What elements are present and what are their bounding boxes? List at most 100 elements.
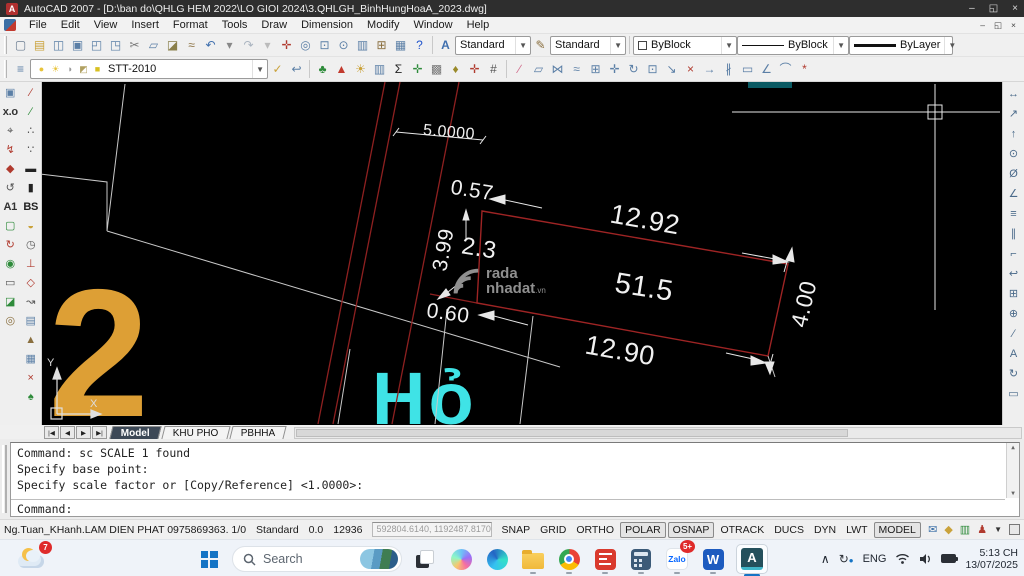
- file-explorer-button[interactable]: [520, 545, 546, 573]
- custom-tool-7-icon[interactable]: ▩: [427, 60, 446, 79]
- text-style-icon[interactable]: A: [436, 36, 455, 55]
- diamond-tool-icon[interactable]: ◇: [22, 274, 40, 292]
- calculator-button[interactable]: [628, 545, 654, 573]
- toggle-snap[interactable]: SNAP: [497, 523, 534, 537]
- redo-dropdown-icon[interactable]: ▾: [258, 36, 277, 55]
- coordinates-readout[interactable]: 592804.6140, 1192487.8170, 0.0000: [372, 522, 492, 537]
- block-tool-icon[interactable]: ▣: [1, 84, 19, 102]
- custom-tool-8-icon[interactable]: ♦: [446, 60, 465, 79]
- mirror-icon[interactable]: ⋈: [548, 60, 567, 79]
- mdi-minimize-button[interactable]: –: [980, 20, 985, 31]
- move-icon[interactable]: ✛: [605, 60, 624, 79]
- match-properties-icon[interactable]: ≈: [182, 36, 201, 55]
- toggle-lwt[interactable]: LWT: [842, 523, 871, 537]
- mdi-close-button[interactable]: ×: [1011, 20, 1016, 31]
- paste-icon[interactable]: ◪: [163, 36, 182, 55]
- dimension-text-edit-icon[interactable]: A: [1005, 345, 1023, 363]
- save-icon[interactable]: ◫: [49, 36, 68, 55]
- mdi-restore-button[interactable]: ◱: [994, 20, 1002, 31]
- status-menu-chevron-icon[interactable]: ▼: [994, 525, 1002, 534]
- battery-icon[interactable]: [941, 554, 956, 563]
- red-grid-app-button[interactable]: [592, 545, 618, 573]
- extend-icon[interactable]: →: [700, 60, 719, 79]
- scrollbar-thumb[interactable]: [296, 429, 848, 437]
- toggle-otrack[interactable]: OTRACK: [716, 523, 768, 537]
- nodes-tool-icon[interactable]: ∴: [22, 122, 40, 140]
- custom-tool-grid-icon[interactable]: #: [484, 60, 503, 79]
- minimize-button[interactable]: –: [969, 3, 975, 14]
- zoom-realtime-icon[interactable]: ◎: [296, 36, 315, 55]
- orbit-tool-icon[interactable]: ↺: [1, 179, 19, 197]
- black-block-tool-icon[interactable]: ▮: [22, 179, 40, 197]
- volume-icon[interactable]: [919, 553, 932, 565]
- linetype-control-combo[interactable]: ByBlock ▼: [737, 36, 849, 55]
- start-button[interactable]: [196, 545, 222, 573]
- scale-icon[interactable]: ⊡: [643, 60, 662, 79]
- menu-insert[interactable]: Insert: [124, 18, 166, 32]
- custom-tool-9-icon[interactable]: ✛: [465, 60, 484, 79]
- tab-nav-4-button[interactable]: ▶|: [92, 426, 107, 439]
- menu-format[interactable]: Format: [166, 18, 215, 32]
- chevron-down-icon[interactable]: ▼: [252, 60, 267, 78]
- search-highlight-image[interactable]: [360, 549, 398, 569]
- point-tool-icon[interactable]: ⌖: [1, 122, 19, 140]
- custom-tool-3-icon[interactable]: ☀: [351, 60, 370, 79]
- grid-table-tool-icon[interactable]: ▦: [22, 350, 40, 368]
- dim-style-combo[interactable]: Standard ▼: [550, 36, 626, 55]
- red-rotate-tool-icon[interactable]: ↻: [1, 236, 19, 254]
- copy-clip-icon[interactable]: ▱: [144, 36, 163, 55]
- close-button[interactable]: ×: [1012, 3, 1018, 14]
- plot-icon[interactable]: ▣: [68, 36, 87, 55]
- trim-icon[interactable]: ×: [681, 60, 700, 79]
- bs-tool-icon[interactable]: BS: [22, 198, 40, 216]
- custom-tool-1-icon[interactable]: ♣: [313, 60, 332, 79]
- chevron-down-icon[interactable]: ▼: [515, 37, 530, 54]
- zoom-window-icon[interactable]: ⊡: [315, 36, 334, 55]
- radius-dimension-icon[interactable]: ⊙: [1005, 145, 1023, 163]
- undo-dropdown-icon[interactable]: ▾: [220, 36, 239, 55]
- quick-dimension-icon[interactable]: ≡: [1005, 205, 1023, 223]
- pencil-red-tool-icon[interactable]: ∕: [22, 84, 40, 102]
- nodes2-tool-icon[interactable]: ∵: [22, 141, 40, 159]
- tab-nav-1-button[interactable]: |◀: [44, 426, 59, 439]
- diameter-dimension-icon[interactable]: Ø: [1005, 165, 1023, 183]
- command-prompt[interactable]: Command:: [11, 500, 78, 518]
- cross-tool-icon[interactable]: ×: [22, 369, 40, 387]
- stretch-icon[interactable]: ↘: [662, 60, 681, 79]
- task-view-button[interactable]: [412, 545, 438, 573]
- command-window-grip[interactable]: [2, 445, 7, 513]
- restore-button[interactable]: ◱: [989, 3, 998, 14]
- join-icon[interactable]: ▭: [738, 60, 757, 79]
- drawing-file-icon[interactable]: [4, 19, 16, 31]
- route-tool-icon[interactable]: ↝: [22, 293, 40, 311]
- tab-model[interactable]: Model: [109, 426, 161, 439]
- erase-icon[interactable]: ∕: [510, 60, 529, 79]
- linear-dimension-icon[interactable]: ↔: [1005, 85, 1023, 103]
- toggle-dyn[interactable]: DYN: [810, 523, 840, 537]
- color-control-combo[interactable]: ByBlock ▼: [633, 36, 737, 55]
- validate-icon[interactable]: ▥: [960, 523, 970, 536]
- designcenter-icon[interactable]: ⊞: [372, 36, 391, 55]
- explode-icon[interactable]: *: [795, 60, 814, 79]
- new-file-icon[interactable]: ▢: [11, 36, 30, 55]
- continue-dimension-icon[interactable]: ⌐: [1005, 245, 1023, 263]
- edge-button[interactable]: [484, 545, 510, 573]
- custom-tool-6-icon[interactable]: ✛: [408, 60, 427, 79]
- undo-icon[interactable]: ↶: [201, 36, 220, 55]
- custom-tool-2-icon[interactable]: ▲: [332, 60, 351, 79]
- menu-tools[interactable]: Tools: [215, 18, 255, 32]
- clean-screen-button[interactable]: [1009, 524, 1020, 535]
- toggle-ortho[interactable]: ORTHO: [572, 523, 618, 537]
- break-icon[interactable]: ∦: [719, 60, 738, 79]
- green-target-tool-icon[interactable]: ◉: [1, 255, 19, 273]
- angular-dimension-icon[interactable]: ∠: [1005, 185, 1023, 203]
- language-indicator[interactable]: ENG: [863, 553, 887, 565]
- menu-window[interactable]: Window: [406, 18, 459, 32]
- a1-tool-icon[interactable]: A1: [1, 198, 19, 216]
- toggle-model[interactable]: MODEL: [874, 522, 921, 538]
- menu-help[interactable]: Help: [460, 18, 497, 32]
- publish-icon[interactable]: ◳: [106, 36, 125, 55]
- xo-tool-icon[interactable]: x.o: [1, 103, 19, 121]
- open-file-icon[interactable]: ▤: [30, 36, 49, 55]
- layer-previous-icon[interactable]: ↩: [287, 60, 306, 79]
